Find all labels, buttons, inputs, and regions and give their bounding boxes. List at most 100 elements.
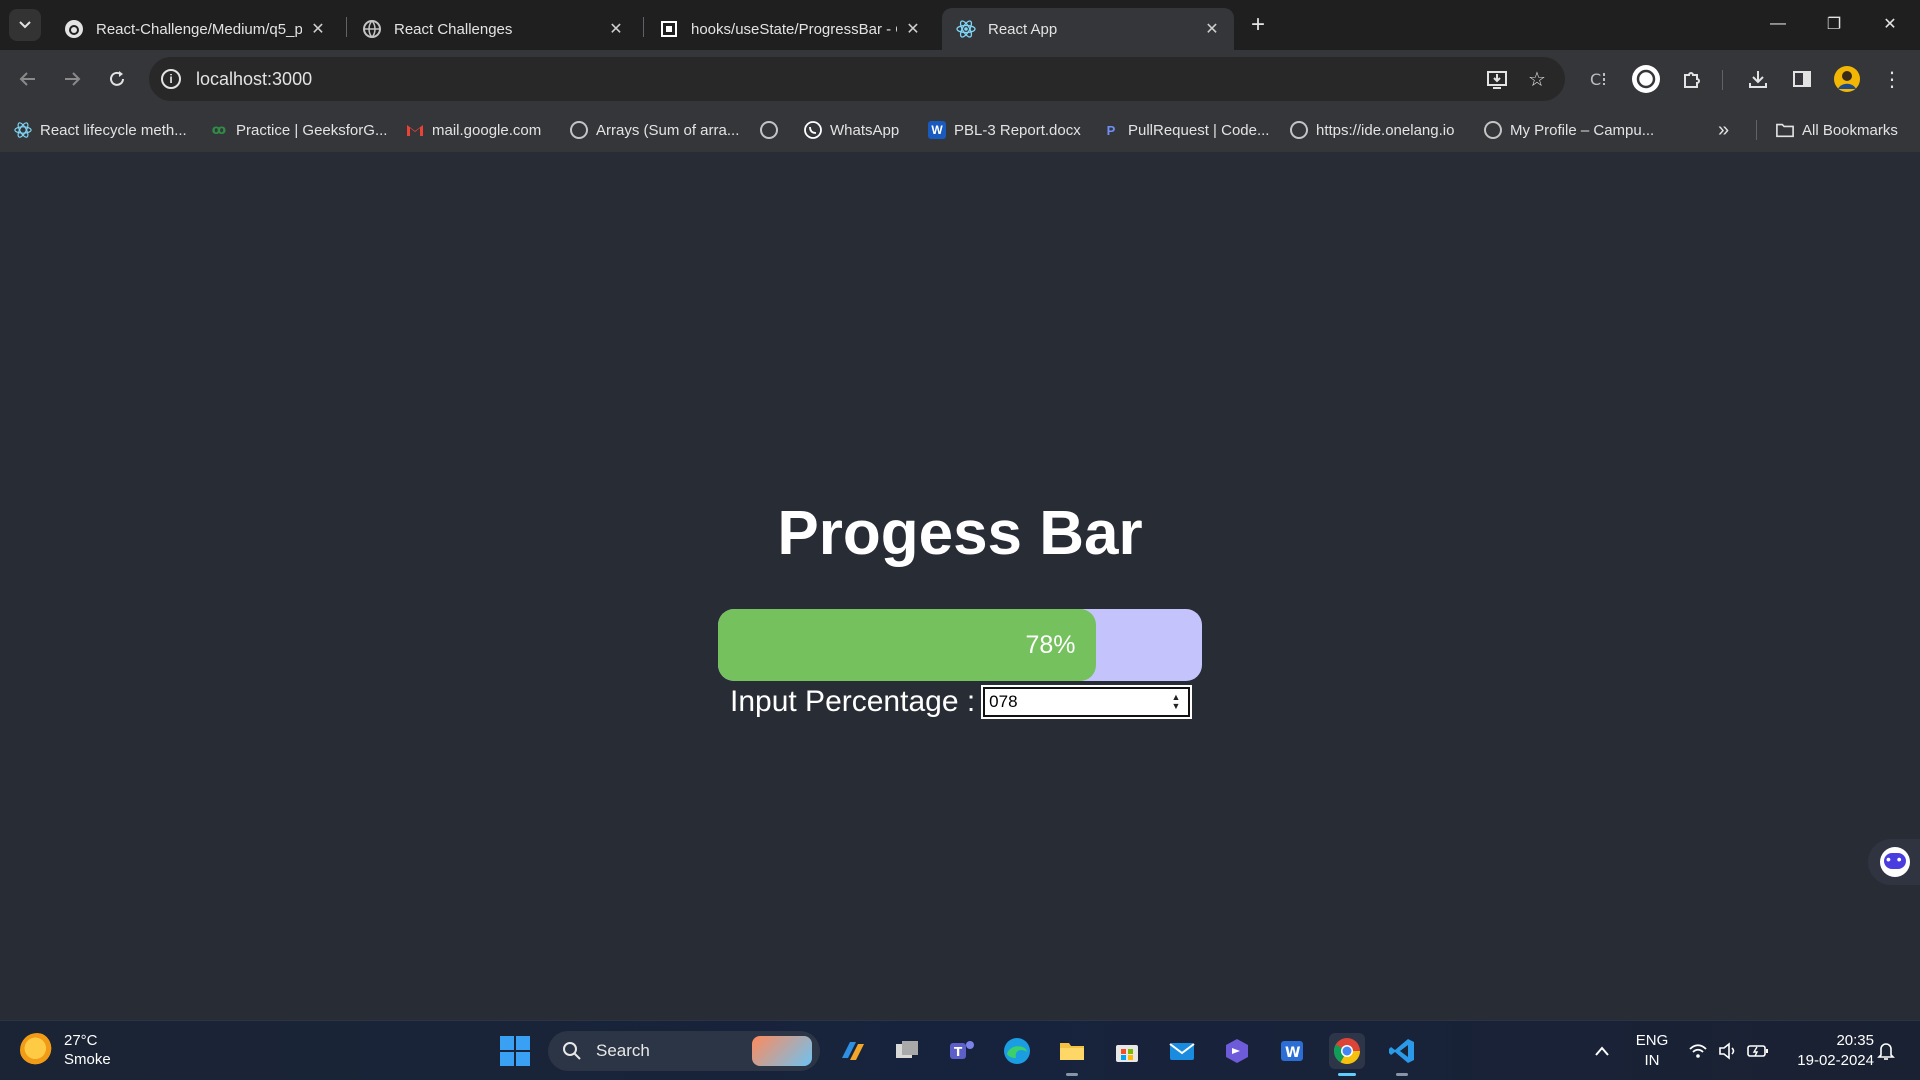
file-explorer-icon[interactable]: [1054, 1033, 1090, 1076]
bookmark-item[interactable]: W PBL-3 Report.docx: [928, 117, 1081, 143]
bookmarks-divider: [1756, 120, 1757, 140]
vscode-icon[interactable]: [1384, 1033, 1420, 1076]
mail-icon[interactable]: [1164, 1033, 1200, 1069]
assistant-bubble[interactable]: [1868, 839, 1920, 885]
bookmark-label: PBL-3 Report.docx: [954, 121, 1081, 139]
site-info-icon[interactable]: i: [161, 69, 181, 89]
browser-menu-icon[interactable]: ⋮: [1876, 63, 1908, 95]
tab-github[interactable]: React-Challenge/Medium/q5_p ✕: [50, 8, 340, 50]
globe-icon: [362, 19, 382, 39]
wifi-icon[interactable]: [1684, 1031, 1712, 1071]
running-indicator: [1066, 1073, 1078, 1076]
weather-widget[interactable]: 27°C Smoke: [20, 1031, 111, 1069]
windows-start-icon[interactable]: [500, 1036, 530, 1066]
bookmark-label: React lifecycle meth...: [40, 121, 187, 139]
chrome-icon[interactable]: [1329, 1033, 1365, 1076]
folder-icon: [1776, 121, 1794, 139]
downloads-icon[interactable]: [1742, 63, 1774, 95]
percentage-input[interactable]: 078 ▲ ▼: [981, 685, 1192, 719]
tab-close-icon[interactable]: ✕: [903, 19, 923, 39]
bookmark-item[interactable]: React lifecycle meth...: [14, 117, 187, 143]
globe-icon: [1484, 121, 1502, 139]
tab-react-challenges[interactable]: React Challenges ✕: [348, 8, 638, 50]
close-window-button[interactable]: ✕: [1862, 0, 1918, 48]
tab-close-icon[interactable]: ✕: [308, 19, 328, 39]
gmail-icon: [406, 121, 424, 139]
notification-bell-icon[interactable]: [1870, 1031, 1902, 1071]
language-region: IN: [1644, 1052, 1660, 1069]
profile-avatar[interactable]: [1831, 63, 1863, 95]
arrow-left-icon: [19, 72, 35, 86]
battery-icon[interactable]: [1744, 1031, 1772, 1071]
volume-icon[interactable]: [1714, 1031, 1742, 1071]
bookmark-item[interactable]: Arrays (Sum of arra...: [570, 117, 739, 143]
tab-title: hooks/useState/ProgressBar - C: [691, 20, 897, 38]
bookmark-label: My Profile – Campu...: [1510, 121, 1655, 139]
new-tab-button[interactable]: +: [1243, 10, 1273, 40]
url-text[interactable]: localhost:3000: [196, 69, 312, 90]
bookmarks-overflow-button[interactable]: »: [1718, 117, 1729, 143]
bookmark-item[interactable]: mail.google.com: [406, 117, 541, 143]
extensions-puzzle-icon[interactable]: [1676, 63, 1708, 95]
all-bookmarks-button[interactable]: All Bookmarks: [1776, 117, 1898, 143]
tab-codesandbox[interactable]: hooks/useState/ProgressBar - C ✕: [645, 8, 935, 50]
github-icon: [64, 19, 84, 39]
bookmark-item[interactable]: https://ide.onelang.io: [1290, 117, 1454, 143]
react-icon: [956, 19, 976, 39]
edge-icon[interactable]: [999, 1033, 1035, 1069]
input-row: Input Percentage : 078 ▲ ▼: [730, 682, 1192, 722]
restore-button[interactable]: ❐: [1806, 0, 1862, 48]
tab-close-icon[interactable]: ✕: [1202, 19, 1222, 39]
progress-bar-track: 78%: [718, 609, 1202, 681]
browser-toolbar: i localhost:3000 ☆ C ⋮: [0, 50, 1920, 108]
reload-icon: [110, 71, 124, 86]
react-icon: [14, 121, 32, 139]
back-button[interactable]: [10, 61, 46, 97]
forward-button[interactable]: [54, 61, 90, 97]
bookmark-item[interactable]: ꝏ Practice | GeeksforG...: [210, 117, 388, 143]
reload-button[interactable]: [99, 61, 135, 97]
bookmark-label: Arrays (Sum of arra...: [596, 121, 740, 139]
tab-separator: [346, 17, 347, 37]
chevron-down-icon: [19, 21, 31, 29]
number-spinner[interactable]: ▲ ▼: [1170, 693, 1182, 713]
tab-title: React App: [988, 20, 1058, 38]
bookmark-item[interactable]: WhatsApp: [804, 117, 899, 143]
side-panel-icon[interactable]: [1786, 63, 1818, 95]
teams-icon[interactable]: T: [944, 1033, 980, 1069]
running-indicator: [1396, 1073, 1408, 1076]
weather-condition: Smoke: [64, 1051, 111, 1068]
bookmark-star-icon[interactable]: ☆: [1525, 67, 1549, 91]
windows-taskbar: 27°C Smoke Search T W ENG IN 20:35 19-02…: [0, 1020, 1920, 1080]
word-taskbar-icon[interactable]: W: [1274, 1033, 1310, 1069]
bookmark-item[interactable]: My Profile – Campu...: [1484, 117, 1654, 143]
clock[interactable]: 20:35 19-02-2024: [1780, 1031, 1874, 1071]
address-bar[interactable]: i localhost:3000 ☆: [149, 57, 1565, 101]
bookmark-label: mail.google.com: [432, 121, 542, 139]
progress-bar-fill: 78%: [718, 609, 1096, 681]
percentage-input-value[interactable]: 078: [989, 692, 1017, 712]
tray-overflow-chevron-icon[interactable]: [1588, 1031, 1616, 1071]
bookmark-item[interactable]: [760, 117, 786, 143]
copilot-icon[interactable]: [835, 1033, 871, 1069]
weather-temp: 27°C: [64, 1032, 98, 1049]
install-app-icon[interactable]: [1485, 67, 1509, 91]
app-page: Progess Bar 78% Input Percentage : 078 ▲…: [0, 152, 1920, 1020]
tab-search-button[interactable]: [9, 9, 41, 41]
extension-circle-icon[interactable]: [1630, 63, 1662, 95]
bookmark-item[interactable]: P PullRequest | Code...: [1102, 117, 1270, 143]
geeksforgeeks-icon: ꝏ: [211, 122, 227, 137]
language-indicator[interactable]: ENG IN: [1630, 1031, 1674, 1071]
clock-date: 19-02-2024: [1797, 1052, 1874, 1069]
minimize-button[interactable]: —: [1750, 0, 1806, 48]
microsoft-store-icon[interactable]: [1109, 1033, 1145, 1069]
tab-react-app[interactable]: React App ✕: [942, 8, 1234, 50]
toolbar-divider: [1722, 70, 1723, 90]
extension-ci-icon[interactable]: C: [1583, 63, 1615, 95]
weather-sun-icon: [20, 1033, 54, 1067]
tab-close-icon[interactable]: ✕: [606, 19, 626, 39]
all-bookmarks-label: All Bookmarks: [1802, 121, 1898, 139]
power-automate-icon[interactable]: [1219, 1033, 1255, 1069]
taskbar-search[interactable]: Search: [548, 1031, 820, 1071]
task-view-icon[interactable]: [889, 1033, 925, 1069]
